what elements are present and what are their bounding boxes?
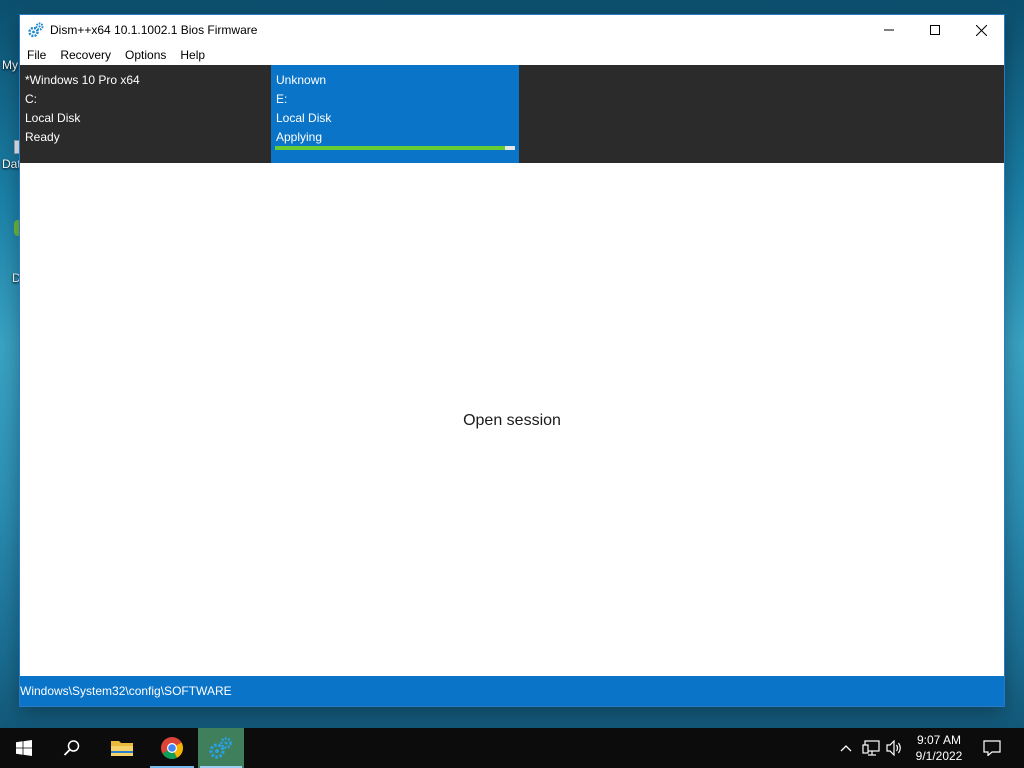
session-status: Ready <box>25 130 60 144</box>
menu-recovery[interactable]: Recovery <box>53 48 118 62</box>
menu-help[interactable]: Help <box>173 48 212 62</box>
session-name: Unknown <box>276 73 327 87</box>
speaker-icon <box>886 740 901 756</box>
session-tile-windows[interactable]: *Windows 10 Pro x64 C: Local Disk Ready <box>20 65 270 163</box>
dism-gear-icon <box>28 22 44 38</box>
apply-progress-bar <box>275 146 515 150</box>
menu-options[interactable]: Options <box>118 48 173 62</box>
minimize-button[interactable] <box>866 15 912 45</box>
taskbar: 9:07 AM 9/1/2022 <box>0 728 1024 768</box>
desktop-label-my[interactable]: My <box>2 58 18 72</box>
dism-taskbar-button[interactable] <box>198 728 244 768</box>
session-bar: *Windows 10 Pro x64 C: Local Disk Ready … <box>20 65 1004 163</box>
search-button[interactable] <box>48 728 96 768</box>
status-path: Windows\System32\config\SOFTWARE <box>20 684 232 698</box>
session-disk-type: Local Disk <box>276 111 332 125</box>
session-status: Applying <box>276 130 323 144</box>
show-hidden-icons-button[interactable] <box>836 728 856 768</box>
clock-date: 9/1/2022 <box>915 749 963 763</box>
close-button[interactable] <box>958 15 1004 45</box>
desktop-label-dat[interactable]: Dat <box>2 157 21 171</box>
network-button[interactable] <box>860 728 882 768</box>
start-button[interactable] <box>0 728 48 768</box>
session-drive: C: <box>25 92 37 106</box>
close-icon <box>975 24 987 36</box>
window-controls <box>866 15 1004 45</box>
chevron-up-icon <box>840 745 852 752</box>
notifications-button[interactable] <box>976 728 1008 768</box>
title-bar[interactable]: Dism++x64 10.1.1002.1 Bios Firmware <box>20 15 1004 45</box>
maximize-button[interactable] <box>912 15 958 45</box>
volume-button[interactable] <box>884 728 906 768</box>
file-explorer-button[interactable] <box>98 728 146 768</box>
start-icon <box>16 740 32 756</box>
file-explorer-icon <box>111 741 133 756</box>
notification-icon <box>983 740 1001 756</box>
session-disk-type: Local Disk <box>25 111 81 125</box>
window-title: Dism++x64 10.1.1002.1 Bios Firmware <box>50 23 258 37</box>
chrome-icon <box>161 737 183 759</box>
minimize-icon <box>884 29 894 31</box>
clock-time: 9:07 AM <box>916 733 962 747</box>
menu-file[interactable]: File <box>20 48 53 62</box>
status-bar: Windows\System32\config\SOFTWARE <box>20 676 1004 706</box>
network-icon <box>862 740 880 756</box>
main-content: Open session <box>20 164 1004 676</box>
clock-button[interactable]: 9:07 AM 9/1/2022 <box>908 728 970 768</box>
session-tile-unknown[interactable]: Unknown E: Local Disk Applying <box>271 65 519 163</box>
search-icon <box>63 740 80 756</box>
dism-icon <box>209 737 232 759</box>
session-drive: E: <box>276 92 288 106</box>
menu-bar: File Recovery Options Help <box>20 45 1004 65</box>
maximize-icon <box>930 25 940 35</box>
chrome-button[interactable] <box>148 728 196 768</box>
session-name: *Windows 10 Pro x64 <box>25 73 140 87</box>
open-session-message: Open session <box>463 412 561 429</box>
apply-progress-fill <box>275 146 506 150</box>
dism-window: Dism++x64 10.1.1002.1 Bios Firmware File… <box>20 15 1004 706</box>
